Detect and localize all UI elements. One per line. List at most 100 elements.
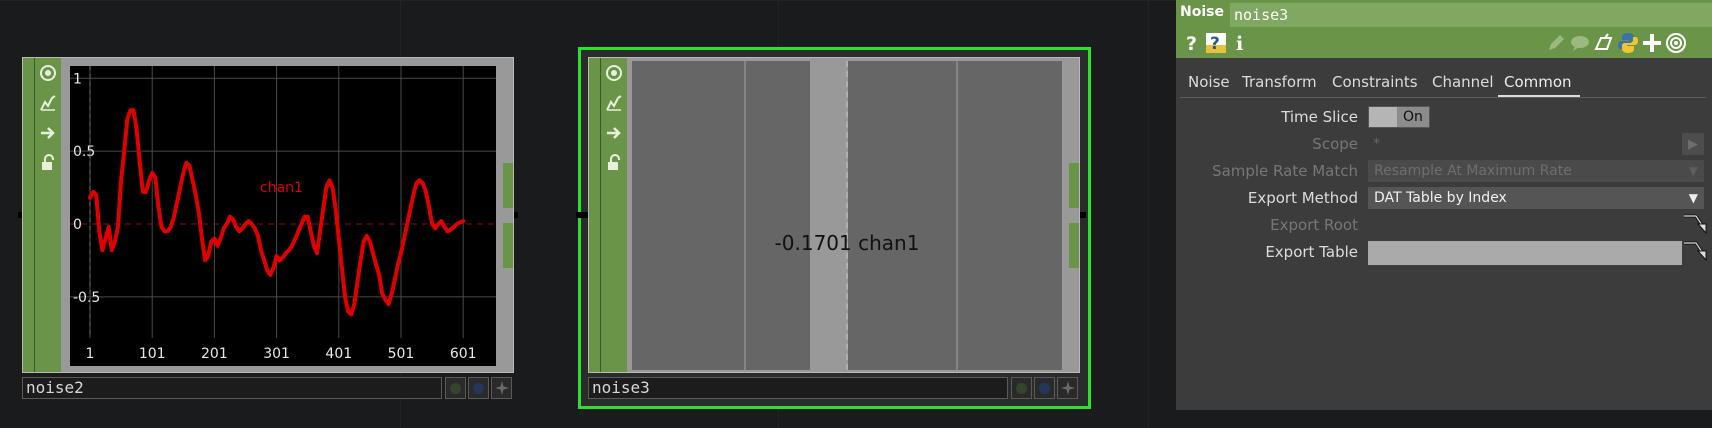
python-icon[interactable]: [1616, 31, 1640, 55]
sparkle-icon: [1060, 381, 1075, 395]
menu-value: Resample At Maximum Rate: [1374, 163, 1572, 179]
node-bypass-strip[interactable]: [589, 58, 601, 372]
viewer-tab[interactable]: [503, 223, 513, 268]
panel-header: Noise noise3 ? ? i: [1176, 0, 1712, 58]
scope-field[interactable]: *: [1368, 133, 1380, 155]
node-bypass-strip[interactable]: [23, 58, 35, 372]
chart-plot: 1 101 201 301 401 501 601 1 0.5 0 -0.5 chan1: [70, 66, 496, 362]
y-tick-label: 0.5: [73, 144, 95, 160]
display-flag-button[interactable]: [1034, 377, 1055, 399]
export-table-field[interactable]: [1368, 241, 1682, 265]
parameter-panel: Noise noise3 ? ? i Noise Transform Const…: [1176, 0, 1712, 410]
output-tab[interactable]: [1069, 163, 1079, 208]
x-tick-label: 201: [201, 346, 228, 362]
cook-flag-button[interactable]: [1011, 377, 1032, 399]
node-tool-strip: [601, 58, 627, 372]
help-icon[interactable]: ?: [1180, 31, 1204, 55]
graph-icon[interactable]: [35, 90, 61, 116]
param-export-method: Export Method DAT Table by Index ▼: [1176, 186, 1712, 210]
param-export-root: Export Root: [1176, 213, 1712, 237]
edit-icon[interactable]: [1544, 31, 1568, 55]
output-tab[interactable]: [503, 163, 513, 208]
tab-transform[interactable]: Transform: [1242, 70, 1317, 97]
series-label: chan1: [260, 180, 303, 196]
tab-constraints[interactable]: Constraints: [1332, 70, 1418, 97]
op-type-label: Noise: [1180, 4, 1224, 20]
param-label: Export Table: [1265, 243, 1358, 261]
play-icon[interactable]: ▶: [1682, 133, 1704, 155]
lock-icon[interactable]: [601, 150, 627, 176]
x-tick-label: 401: [325, 346, 352, 362]
svg-text:i: i: [1236, 33, 1243, 54]
viewer-active-icon[interactable]: [601, 60, 627, 86]
x-tick-label: 501: [388, 346, 415, 362]
param-label: Scope: [1312, 135, 1358, 153]
value-viewer[interactable]: -0.1701 chan1: [632, 61, 1062, 370]
noise3-node[interactable]: -0.1701 chan1 noise3: [576, 47, 1091, 410]
forward-arrow-icon[interactable]: [35, 120, 61, 146]
chart-viewer[interactable]: 1 101 201 301 401 501 601 1 0.5 0 -0.5 chan1: [70, 66, 496, 366]
drag-path-icon[interactable]: [1682, 240, 1708, 264]
cook-flag-button[interactable]: [445, 377, 466, 399]
display-flag-button[interactable]: [468, 377, 489, 399]
tab-divider: [1180, 97, 1706, 98]
render-flag-button[interactable]: [1057, 377, 1078, 399]
svg-text:?: ?: [1186, 33, 1197, 54]
x-tick-label: 601: [450, 346, 477, 362]
parameter-tabs: Noise Transform Constraints Channel Comm…: [1176, 70, 1712, 98]
sparkle-icon: [494, 381, 509, 395]
sample-rate-match-menu[interactable]: Resample At Maximum Rate ▼: [1368, 160, 1704, 182]
viewer-icon[interactable]: [1664, 31, 1688, 55]
param-label: Export Method: [1247, 189, 1358, 207]
graph-icon[interactable]: [601, 90, 627, 116]
param-export-table: Export Table: [1176, 240, 1712, 265]
param-time-slice: Time Slice On: [1176, 105, 1712, 129]
network-gridline: [1148, 0, 1149, 428]
menu-value: DAT Table by Index: [1374, 190, 1507, 206]
param-label: Time Slice: [1281, 108, 1358, 126]
svg-text:?: ?: [1210, 34, 1220, 54]
viewer-active-icon[interactable]: [35, 60, 61, 86]
viewer-divider: [744, 61, 746, 370]
time-slice-toggle[interactable]: On: [1368, 106, 1430, 128]
forward-arrow-icon[interactable]: [601, 120, 627, 146]
python-help-icon[interactable]: ?: [1204, 31, 1228, 55]
export-method-menu[interactable]: DAT Table by Index ▼: [1368, 187, 1704, 209]
chevron-down-icon: ▼: [1688, 164, 1698, 178]
y-tick-label: 1: [73, 71, 82, 87]
node-body[interactable]: -0.1701 chan1: [588, 57, 1080, 373]
chevron-down-icon: ▼: [1688, 191, 1698, 205]
node-tool-strip: [35, 58, 61, 372]
tab-noise[interactable]: Noise: [1188, 70, 1230, 97]
node-body[interactable]: 1 101 201 301 401 501 601 1 0.5 0 -0.5 chan1: [22, 57, 514, 373]
param-label: Export Root: [1270, 216, 1358, 234]
tab-common[interactable]: Common: [1498, 70, 1580, 97]
add-icon[interactable]: [1640, 31, 1664, 55]
x-tick-label: 301: [263, 346, 290, 362]
param-sample-rate-match: Sample Rate Match Resample At Maximum Ra…: [1176, 159, 1712, 183]
toggle-value: On: [1403, 109, 1423, 125]
value-readout: -0.1701 chan1: [774, 231, 920, 255]
lock-icon[interactable]: [35, 150, 61, 176]
info-icon[interactable]: i: [1228, 31, 1252, 55]
comment-icon[interactable]: [1568, 31, 1592, 55]
network-gridline: [0, 0, 1180, 1]
clone-icon[interactable]: [1592, 31, 1616, 55]
noise2-node[interactable]: 1 101 201 301 401 501 601 1 0.5 0 -0.5 chan1 noise2: [18, 57, 518, 401]
node-name-label[interactable]: noise3: [588, 377, 1008, 399]
param-label: Sample Rate Match: [1212, 162, 1358, 180]
export-root-field[interactable]: [1368, 214, 1373, 236]
value-band: [810, 61, 848, 370]
viewer-divider: [956, 61, 958, 370]
viewer-tab[interactable]: [1069, 223, 1079, 268]
render-flag-button[interactable]: [491, 377, 512, 399]
x-tick-label: 101: [139, 346, 166, 362]
y-tick-label: -0.5: [73, 290, 100, 306]
op-name-field[interactable]: noise3: [1230, 3, 1712, 27]
param-scope: Scope * ▶: [1176, 132, 1712, 156]
node-name-label[interactable]: noise2: [22, 377, 442, 399]
drag-path-icon[interactable]: [1682, 213, 1708, 237]
y-tick-label: 0: [73, 217, 82, 233]
tab-channel[interactable]: Channel: [1432, 70, 1494, 97]
x-tick-label: 1: [86, 346, 95, 362]
